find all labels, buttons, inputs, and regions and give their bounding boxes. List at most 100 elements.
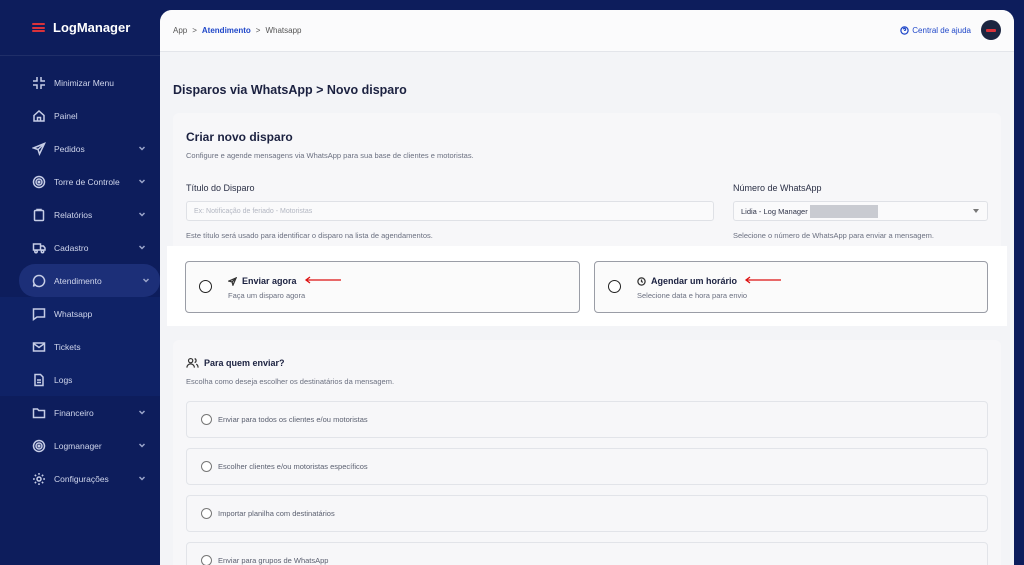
chevron-down-icon [973,209,979,213]
title-field-hint: Este título será usado para identificar … [186,231,433,240]
sidebar-item-label: Tickets [54,341,81,352]
target-icon [32,175,46,189]
chevron-down-icon [138,408,146,416]
chat-icon [32,274,46,288]
sidebar-item-configura-es[interactable]: Configurações [0,462,160,495]
sidebar-item-logs[interactable]: Logs [0,363,160,396]
recipient-option-label: Escolher clientes e/ou motoristas especí… [218,462,368,471]
breadcrumb-atendimento[interactable]: Atendimento [202,26,251,35]
radio-button[interactable] [201,555,212,565]
create-dispatch-card: Criar novo disparo Configure e agende me… [173,113,1001,263]
breadcrumb-separator: > [192,26,197,35]
schedule-option[interactable]: Agendar um horário Selecione data e hora… [594,261,988,313]
sidebar-item-label: Configurações [54,473,109,484]
target-icon [32,439,46,453]
recipient-option[interactable]: Enviar para grupos de WhatsApp [186,542,988,565]
sidebar-item-relat-rios[interactable]: Relatórios [0,198,160,231]
sidebar-item-financeiro[interactable]: Financeiro [0,396,160,429]
breadcrumb-app[interactable]: App [173,26,187,35]
sidebar-item-label: Painel [54,110,78,121]
sidebar-item-tickets[interactable]: Tickets [0,330,160,363]
title-field-label: Título do Disparo [186,183,255,193]
recipient-option-label: Enviar para grupos de WhatsApp [218,556,329,565]
app-name: LogManager [53,20,131,35]
sidebar-item-label: Logs [54,374,73,385]
home-icon [32,109,46,123]
avatar[interactable] [981,20,1001,40]
chevron-down-icon [138,144,146,152]
chevron-down-icon [138,441,146,449]
card-title: Criar novo disparo [186,130,293,144]
sidebar-item-label: Financeiro [54,407,94,418]
help-link[interactable]: Central de ajuda [900,26,971,35]
send-icon [228,276,237,286]
recipients-title: Para quem enviar? [186,357,285,369]
send-now-title: Enviar agora [228,276,342,286]
sidebar-item-label: Relatórios [54,209,93,220]
send-now-option[interactable]: Enviar agora Faça um disparo agora [185,261,580,313]
sidebar-item-pedidos[interactable]: Pedidos [0,132,160,165]
sidebar-item-label: Atendimento [54,275,102,286]
number-field-hint: Selecione o número de WhatsApp para envi… [733,231,934,240]
chevron-down-icon [138,210,146,218]
recipient-option[interactable]: Escolher clientes e/ou motoristas especí… [186,448,988,485]
recipient-option-label: Importar planilha com destinatários [218,509,335,518]
minimize-icon [32,76,46,90]
sidebar-nav: Minimizar Menu Painel Pedidos Torre de Cont… [0,66,160,495]
card-subtitle: Configure e agende mensagens via WhatsAp… [186,151,474,160]
sidebar-item-torre-de-controle[interactable]: Torre de Controle [0,165,160,198]
sidebar-item-label: Minimizar Menu [54,77,114,88]
send-mode-highlight: Enviar agora Faça um disparo agora Agend… [167,246,1007,326]
radio-button[interactable] [199,280,212,293]
whatsapp-number-select[interactable]: Lidia - Log Manager [733,201,988,221]
chevron-down-icon [138,474,146,482]
schedule-title: Agendar um horário [637,276,782,286]
chevron-down-icon [138,243,146,251]
annotation-arrow [744,276,782,286]
breadcrumb: App > Atendimento > Whatsapp [173,26,302,35]
radio-button[interactable] [201,414,212,425]
sidebar-item-label: Cadastro [54,242,89,253]
schedule-label: Agendar um horário [651,276,738,286]
help-label: Central de ajuda [912,26,971,35]
whatsapp-number-value: Lidia - Log Manager [741,206,808,216]
breadcrumb-separator: > [255,26,261,35]
sidebar-item-painel[interactable]: Painel [0,99,160,132]
sidebar-item-atendimento[interactable]: Atendimento [19,264,160,297]
annotation-arrow [304,276,342,286]
mail-icon [32,340,46,354]
recipient-option[interactable]: Importar planilha com destinatários [186,495,988,532]
app-logo[interactable]: LogManager [0,0,160,56]
sidebar-item-minimizar-menu[interactable]: Minimizar Menu [0,66,160,99]
clock-icon [637,276,646,286]
send-now-subtitle: Faça um disparo agora [228,291,306,300]
sidebar: LogManager Minimizar Menu Painel Pedidos To… [0,0,160,565]
send-icon [32,141,46,156]
number-field-label: Número de WhatsApp [733,183,822,193]
truck-icon [32,241,46,255]
chevron-down-icon [142,276,150,284]
folder-icon [32,406,46,420]
sidebar-item-cadastro[interactable]: Cadastro [0,231,160,264]
title-input[interactable]: Ex: Notificação de feriado - Motoristas [186,201,714,221]
recipients-card: Para quem enviar? Escolha como deseja es… [173,340,1001,565]
help-icon [900,26,910,35]
radio-button[interactable] [201,461,212,472]
radio-button[interactable] [201,508,212,519]
title-input-placeholder: Ex: Notificação de feriado - Motoristas [194,207,313,215]
sidebar-item-logmanager[interactable]: Logmanager [0,429,160,462]
topbar: App > Atendimento > Whatsapp Central de … [160,10,1014,52]
clipboard-icon [32,208,46,222]
sidebar-item-label: Torre de Controle [54,176,120,187]
page-title: Disparos via WhatsApp > Novo disparo [173,83,407,97]
file-icon [32,373,46,387]
message-icon [32,307,46,321]
radio-button[interactable] [608,280,621,293]
redacted-number [809,204,878,218]
sidebar-item-label: Logmanager [54,440,102,451]
users-icon [186,357,199,368]
recipient-option[interactable]: Enviar para todos os clientes e/ou motor… [186,401,988,438]
send-now-label: Enviar agora [242,276,297,286]
recipients-subtitle: Escolha como deseja escolher os destinat… [186,377,395,386]
sidebar-item-whatsapp[interactable]: Whatsapp [0,297,160,330]
